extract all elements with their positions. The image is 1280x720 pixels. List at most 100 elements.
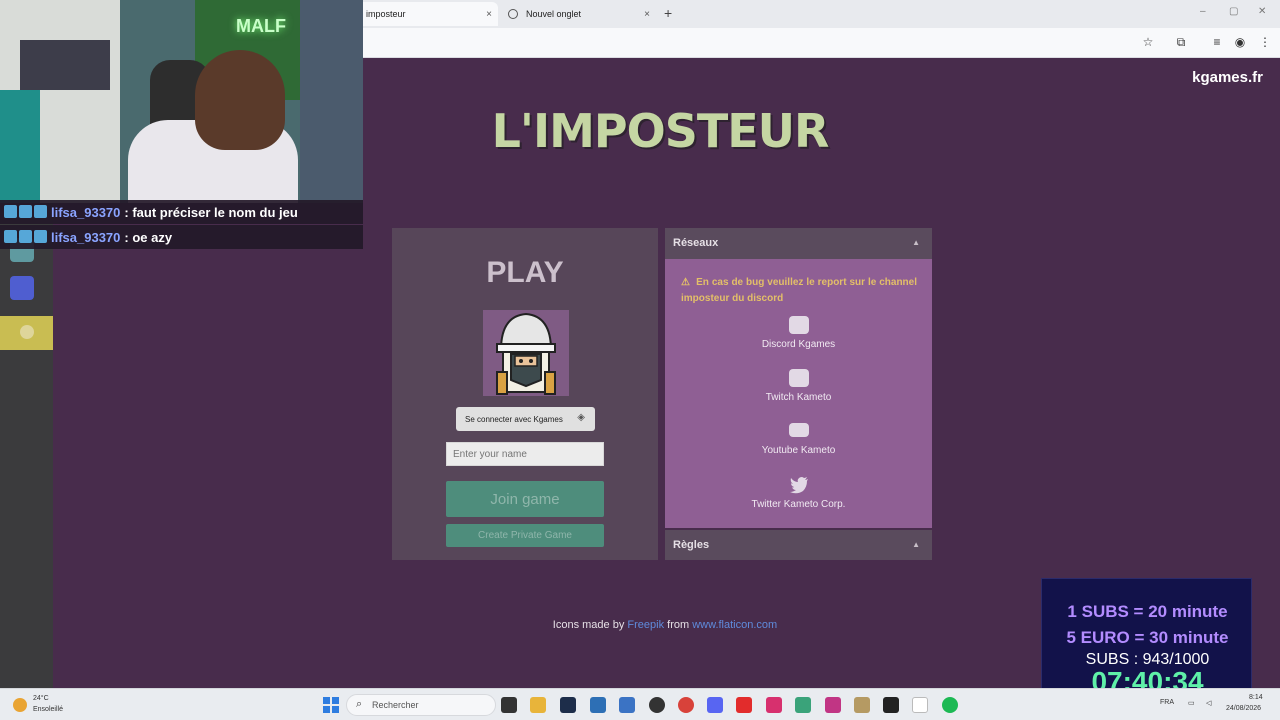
badge-icon: [19, 205, 32, 218]
windows-start-icon[interactable]: [323, 697, 339, 713]
extensions-icon[interactable]: ⧉: [1174, 35, 1188, 50]
clock-date[interactable]: 24/08/2026: [1226, 705, 1261, 712]
chat-text: : oe azy: [124, 229, 173, 245]
join-game-button[interactable]: Join game: [446, 481, 604, 517]
cam-neon-sign: MALF: [236, 16, 286, 36]
taskbar: 24°C Ensoleillé ⌕ Rechercher FRA ▭ ◁ 8:1…: [0, 688, 1280, 720]
store-icon[interactable]: [590, 697, 606, 713]
weather-temp: 24°C: [33, 695, 49, 702]
notepad-icon[interactable]: [912, 697, 928, 713]
file-explorer-icon[interactable]: [530, 697, 546, 713]
minimize-button[interactable]: –: [1200, 6, 1206, 17]
menu-icon[interactable]: ⋮: [1258, 35, 1272, 49]
game-title: L'IMPOSTEUR: [491, 104, 830, 158]
chat-message: lifsa_93370 : oe azy: [0, 225, 363, 249]
search-placeholder: Rechercher: [372, 700, 419, 710]
tab-imposteur[interactable]: imposteur ×: [356, 2, 498, 26]
twitch-link[interactable]: Twitch Kameto: [665, 369, 932, 403]
language-indicator[interactable]: FRA: [1160, 699, 1174, 706]
tab-new-tab[interactable]: Nouvel onglet ×: [504, 2, 656, 26]
spotify-icon[interactable]: [942, 697, 958, 713]
connect-label: Se connecter avec Kgames: [465, 414, 563, 424]
chat-text: : faut préciser le nom du jeu: [124, 204, 298, 220]
task-view-icon[interactable]: [501, 697, 517, 713]
play-panel: PLAY Se connecter avec Kgames ◈ Join gam…: [392, 228, 658, 560]
create-private-game-button[interactable]: Create Private Game: [446, 524, 604, 547]
close-window-button[interactable]: ✕: [1258, 6, 1266, 17]
close-icon[interactable]: ×: [644, 9, 650, 20]
cam-wall: [300, 0, 363, 203]
star-icon[interactable]: ☆: [1141, 35, 1155, 49]
warning-text: En cas de bug veuillez le report sur le …: [681, 277, 918, 304]
taskbar-search[interactable]: ⌕ Rechercher: [346, 694, 496, 716]
twitter-label: Twitter Kameto Corp.: [751, 499, 846, 510]
volume-icon[interactable]: ◁: [1206, 699, 1211, 707]
connect-kgames-button[interactable]: Se connecter avec Kgames ◈: [456, 407, 595, 431]
webcam-overlay: MALF: [0, 0, 363, 203]
flaticon-link[interactable]: www.flaticon.com: [692, 619, 777, 631]
network-icon[interactable]: ▭: [1188, 699, 1195, 707]
globe-icon: [508, 9, 518, 19]
youtube-app-icon[interactable]: [736, 697, 752, 713]
credit-mid: from: [667, 619, 690, 631]
chat-message: lifsa_93370 : faut préciser le nom du je…: [0, 200, 363, 224]
search-icon: ⌕: [356, 698, 363, 710]
chrome-icon[interactable]: [678, 697, 694, 713]
credit-prefix: Icons made by: [552, 619, 625, 631]
imposter-character-icon: [483, 310, 569, 396]
badge-icon: [34, 230, 47, 243]
sun-icon[interactable]: [13, 698, 27, 712]
subathon-overlay: 1 SUBS = 20 minute 5 EURO = 30 minute SU…: [1041, 578, 1252, 704]
profile-icon[interactable]: ◉: [1233, 35, 1247, 49]
chat-username: lifsa_93370: [51, 229, 121, 245]
youtube-link[interactable]: Youtube Kameto: [665, 423, 932, 456]
side-app-icon[interactable]: [0, 316, 53, 350]
chevron-up-icon: ▲: [912, 238, 920, 247]
discord-link[interactable]: Discord Kgames: [665, 316, 932, 350]
badge-icon: [19, 230, 32, 243]
discord-label: Discord Kgames: [761, 339, 836, 350]
play-heading: PLAY: [486, 256, 564, 289]
discord-icon: [788, 316, 809, 334]
coin-icon: [20, 325, 34, 339]
reseaux-heading: Réseaux: [673, 237, 719, 249]
bug-warning: ⚠ En cas de bug veuillez le report sur le…: [681, 275, 917, 307]
twitch-icon: [788, 369, 809, 387]
new-tab-button[interactable]: +: [664, 5, 672, 21]
chat-username: lifsa_93370: [51, 204, 121, 220]
chat-badges: [4, 230, 48, 244]
cam-streamer-head: [195, 50, 285, 150]
tiktok-icon[interactable]: [766, 697, 782, 713]
tab-label: Nouvel onglet: [526, 9, 582, 19]
twitter-icon: [789, 476, 809, 494]
badge-icon: [34, 205, 47, 218]
chat-badges: [4, 205, 48, 219]
steam-icon[interactable]: [560, 697, 576, 713]
badge-icon: [4, 230, 17, 243]
brand-logo[interactable]: kgames.fr: [1192, 69, 1263, 86]
reseaux-header[interactable]: Réseaux ▲: [665, 228, 932, 259]
epic-games-icon[interactable]: [883, 697, 899, 713]
warning-icon: ⚠: [681, 277, 691, 288]
audio-app-icon[interactable]: [795, 697, 811, 713]
youtube-icon: [788, 423, 809, 437]
kgames-icon: ◈: [577, 412, 585, 423]
photos-icon[interactable]: [854, 697, 870, 713]
name-input[interactable]: [446, 442, 604, 466]
twitter-link[interactable]: Twitter Kameto Corp.: [665, 476, 932, 510]
twitch-label: Twitch Kameto: [765, 392, 832, 403]
close-icon[interactable]: ×: [486, 9, 492, 20]
obs-icon[interactable]: [649, 697, 665, 713]
media-icon[interactable]: ≡: [1210, 35, 1224, 49]
mail-icon[interactable]: [619, 697, 635, 713]
instagram-icon[interactable]: [825, 697, 841, 713]
discord-app-icon[interactable]: [707, 697, 723, 713]
regles-header[interactable]: Règles ▲: [665, 530, 932, 560]
reseaux-panel: ⚠ En cas de bug veuillez le report sur le…: [665, 259, 932, 528]
maximize-button[interactable]: ▢: [1229, 6, 1238, 17]
avatar[interactable]: [483, 310, 569, 396]
clock-time[interactable]: 8:14: [1249, 694, 1263, 701]
cam-books: [20, 40, 110, 90]
freepik-link[interactable]: Freepik: [627, 619, 664, 631]
side-app-icon[interactable]: [10, 276, 34, 300]
